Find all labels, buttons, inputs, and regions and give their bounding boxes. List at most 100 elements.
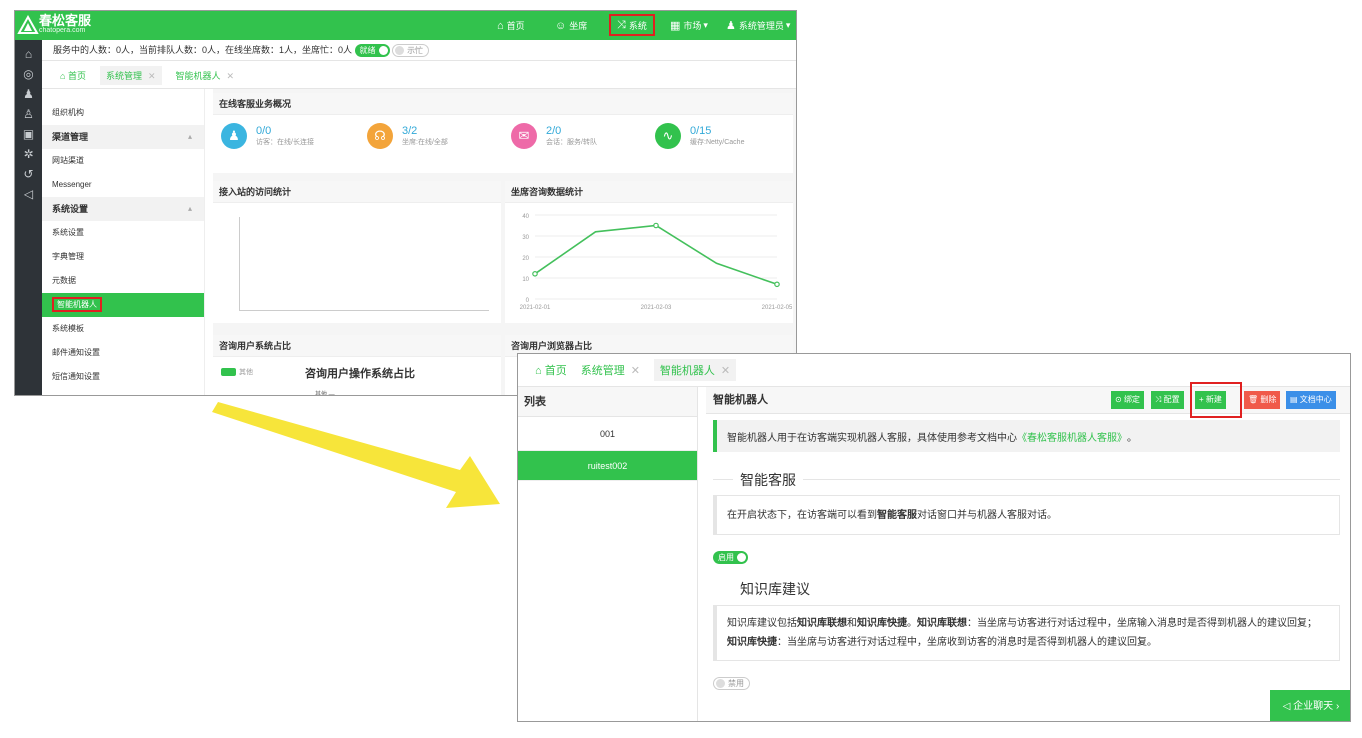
kb-text-bold: 知识库联想 [797,618,847,629]
data-point [774,281,780,288]
tab-system[interactable]: 系统管理 ✕ [99,65,162,85]
menu-template[interactable]: 系统模板 [42,317,204,341]
menu-messenger[interactable]: Messenger [42,173,204,197]
home-icon: ⌂ [497,19,504,32]
seat-stats-panel: 坐席咨询数据统计 0 10 20 30 40 2021-02-01 2021-02-03 20… [505,181,793,323]
menu-robot[interactable]: 智能机器人 [42,293,204,317]
docs-link[interactable]: 《春松客服机器人客服》 [1017,429,1127,444]
series-line [534,224,778,286]
menu-group-channel[interactable]: 渠道管理 ▴ [42,125,204,149]
nav-home-label: 首页 [506,21,525,31]
chat-icon[interactable]: ◎ [15,64,42,84]
kb-text: 知识库建议包括 [727,618,797,629]
speaker-icon: ◁ [1282,701,1294,712]
group-icon[interactable]: ♙ [15,104,42,124]
smart-service-toggle[interactable]: 启用 [713,551,748,564]
tab-system[interactable]: 系统管理 ✕ [581,362,640,378]
nav-system-label: 系统 [628,20,647,31]
caret-down-icon: ▾ [703,20,708,30]
robot-settings-window: ⌂ 首页 系统管理 ✕ 智能机器人 ✕ 列表 001 ruitest002 智能机器… [517,353,1351,722]
close-icon[interactable]: ✕ [721,365,730,377]
enterprise-chat-button[interactable]: ◁ 企业聊天 › [1270,690,1350,721]
monitor-icon[interactable]: ▣ [15,124,42,144]
pulse-icon: ∿ [655,123,681,149]
os-legend[interactable]: 其他 [221,367,253,377]
menu-group-settings[interactable]: 系统设置 ▴ [42,197,204,221]
busy-toggle[interactable]: 示忙 [392,44,430,58]
y-tick-label: 10 [522,277,529,283]
menu-system-settings[interactable]: 系统设置 [42,221,204,245]
kb-suggest-desc: 知识库建议包括知识库联想和知识库快捷。知识库联想：当坐席与访客进行对话过程中，坐… [713,605,1340,661]
new-button[interactable]: + 新建 [1195,391,1226,409]
robot-list-title: 列表 [518,387,697,417]
kb-text-bold: 知识库联想 [917,618,967,629]
y-tick-label: 20 [522,256,529,262]
history-icon[interactable]: ↺ [15,164,42,184]
tab-robot[interactable]: 智能机器人 ✕ [653,359,737,381]
nav-market[interactable]: ▦ 市场 ▾ [670,11,708,40]
doc-icon: ▤ [1290,395,1300,404]
docs-button[interactable]: ▤ 文档中心 [1286,391,1336,409]
admin-window-overview: 春松客服 chatopera.com ⌂ 首页 ☺ 坐席 ⤨ 系统 ▦ 市场 ▾ ♟ 系统管… [14,10,797,396]
stat-visitors-label: 访客：在线/长连接 [256,139,314,146]
tab-home[interactable]: ⌂ 首页 [60,69,86,82]
y-tick-label: 30 [522,235,529,241]
menu-mail[interactable]: 邮件通知设置 [42,341,204,365]
menu-web-channel[interactable]: 网站渠道 [42,149,204,173]
brand-logo[interactable]: 春松客服 chatopera.com [17,14,91,35]
close-icon[interactable]: ✕ [148,71,156,81]
chat-bubble-icon: ✉ [511,123,537,149]
visits-panel: 接入站的访问统计 [213,181,501,323]
nav-admin[interactable]: ♟ 系统管理员 ▾ [726,11,790,40]
nav-seat[interactable]: ☺ 坐席 [555,11,587,40]
headset-icon: ☊ [367,123,393,149]
close-icon[interactable]: ✕ [227,71,235,81]
ready-toggle[interactable]: 就绪 [354,44,390,58]
kb-suggest-line1: 知识库建议包括知识库联想和知识库快捷。知识库联想：当坐席与访客进行对话过程中，坐… [727,614,1329,633]
bind-button-label: 绑定 [1123,395,1140,404]
kb-text-bold: 知识库快捷 [727,637,777,648]
config-button[interactable]: ⤨ 配置 [1151,391,1184,409]
close-icon[interactable]: ✕ [631,365,640,377]
x-tick-label: 2021-02-01 [520,305,551,311]
stat-cache: ∿ 0/15 缓存:Netty/Cache [655,123,744,149]
kb-suggest-toggle[interactable]: 禁用 [713,677,750,690]
overview-title: 在线客服业务概况 [213,93,793,115]
legend-swatch [221,368,236,376]
visits-chart-axes [239,217,489,311]
page-tabs: ⌂ 首页 系统管理 ✕ 智能机器人 ✕ [42,62,796,89]
person-icon: ♟ [221,123,247,149]
caret-up-icon: ▴ [187,132,192,141]
os-chart-title: 咨询用户操作系统占比 [305,368,415,380]
nav-system[interactable]: ⤨ 系统 [609,14,655,36]
megaphone-icon[interactable]: ◁ [15,184,42,204]
list-item[interactable]: 001 [518,417,697,451]
delete-button[interactable]: 🗑 删除 [1244,391,1281,409]
home-icon[interactable]: ⌂ [15,44,42,64]
kb-suggest-line2: 知识库快捷：当坐席与访客进行对话过程中，坐席收到访客的消息时是否得到机器人的建议… [727,633,1329,652]
chevron-right-icon: › [1333,701,1340,712]
nav-home[interactable]: ⌂ 首页 [497,11,525,40]
user-icon[interactable]: ♟ [15,84,42,104]
shuffle-icon: ⤨ [617,18,626,31]
list-item[interactable]: ruitest002 [518,451,697,481]
stat-sessions-label: 会话：服务/转队 [546,139,597,146]
stat-seats-label: 坐席:在线/全部 [402,139,448,146]
data-point [653,222,659,229]
bind-button[interactable]: ⊙ 绑定 [1111,391,1144,409]
menu-org[interactable]: 组织机构 [42,101,204,125]
icon-sidebar: ⌂ ◎ ♟ ♙ ▣ ✲ ↺ ◁ [15,40,42,395]
data-point [532,271,538,277]
home-icon: ⌂ [60,70,68,81]
menu-group-channel-label: 渠道管理 [52,132,89,142]
menu-dictionary[interactable]: 字典管理 [42,245,204,269]
menu-sms[interactable]: 短信通知设置 [42,365,204,389]
kb-text: 。 [907,618,917,629]
tab-home[interactable]: ⌂ 首页 [535,362,567,378]
tab-robot[interactable]: 智能机器人 ✕ [176,69,235,82]
gear-icon[interactable]: ✲ [15,144,42,164]
menu-metadata[interactable]: 元数据 [42,269,204,293]
robot-detail: 智能机器人 ⊙ 绑定 ⤨ 配置 + 新建 🗑 删除 ▤ 文档中心 智能机器人用于… [706,382,1350,721]
caret-up-icon: ▴ [187,204,192,213]
docs-button-label: 文档中心 [1299,395,1332,404]
